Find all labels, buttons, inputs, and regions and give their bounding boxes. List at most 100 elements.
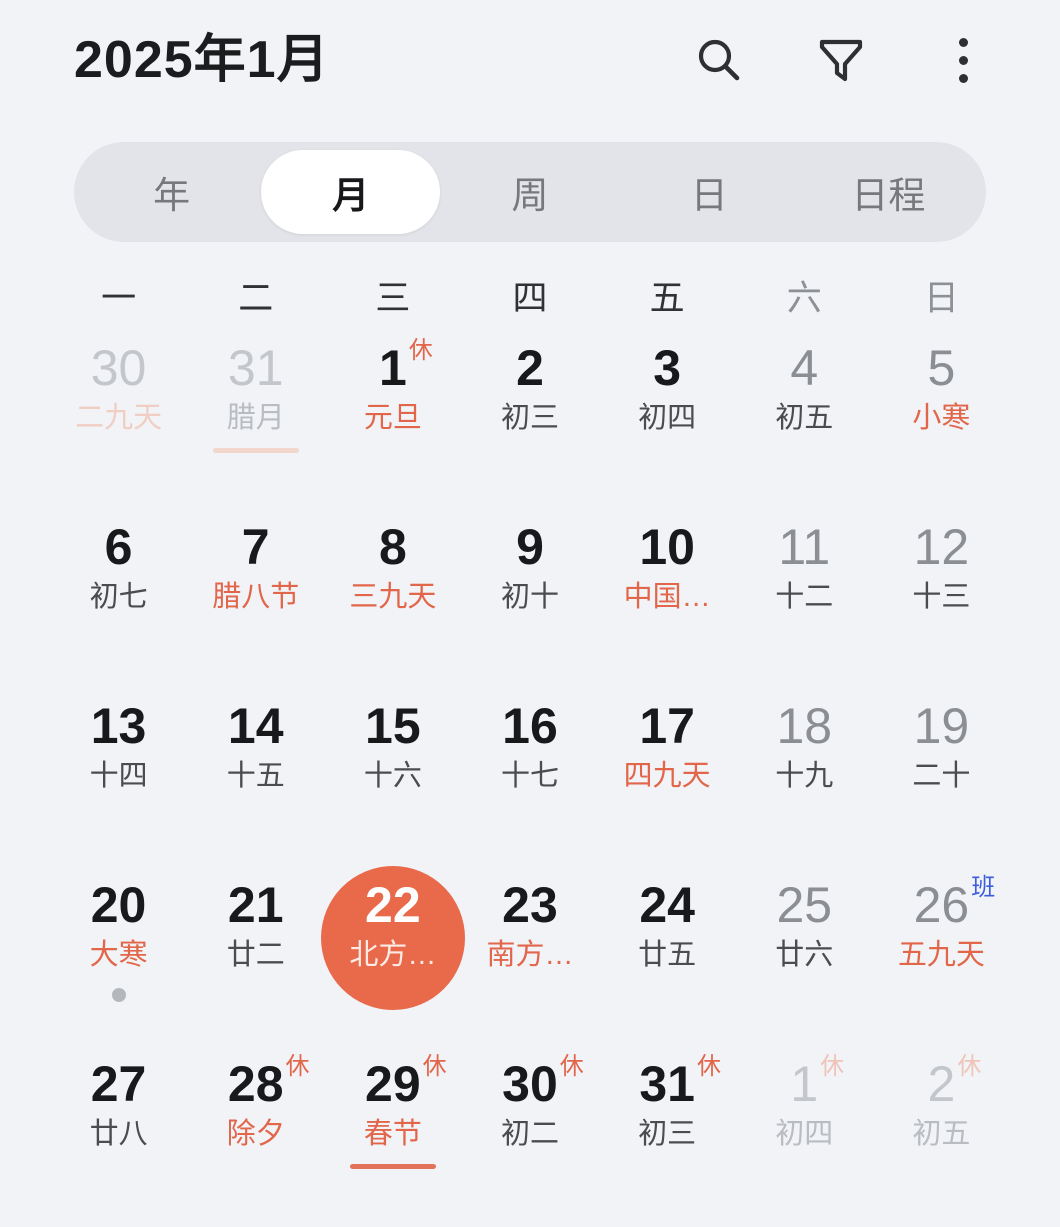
day-number-line: 30 休 [502,1055,584,1112]
more-options-button[interactable] [936,33,990,87]
lunar-label: 五九天 [897,939,985,971]
event-dot [111,988,126,1002]
day-cell[interactable]: 29 休春节 [324,1043,461,1222]
day-number: 22 [365,877,421,933]
day-cell[interactable]: 14 十五 [187,685,324,864]
day-cell[interactable]: 13 十四 [50,685,187,864]
day-cell[interactable]: 22 北方… [320,864,465,1043]
day-number: 12 [913,519,970,575]
day-cell[interactable]: 25 廿六 [736,864,873,1043]
day-cell[interactable]: 2 休初五 [873,1043,1010,1222]
lunar-label: 腊月 [212,404,299,453]
day-cell[interactable]: 1 休初四 [736,1043,873,1222]
tab-week[interactable]: 周 [440,150,619,234]
day-cell[interactable]: 31 休初三 [599,1043,736,1222]
day-cell[interactable]: 7 腊八节 [187,506,324,685]
lunar-label: 春节 [349,1120,436,1169]
day-number-line: 7 [242,522,270,572]
day-number: 25 [776,877,833,933]
lunar-label: 腊八节 [212,581,300,613]
day-number-line: 1休 [790,1055,844,1112]
restday-badge: 休 [559,1053,584,1080]
lunar-label: 初十 [500,581,559,613]
day-cell[interactable]: 5 小寒 [873,327,1010,506]
lunar-label: 十五 [226,760,285,792]
tab-day[interactable]: 日 [620,150,799,234]
lunar-label: 初三 [500,402,559,434]
day-cell[interactable]: 18 十九 [736,685,873,864]
day-cell[interactable]: 26 班五九天 [873,864,1010,1043]
day-number: 30 [502,1056,558,1112]
day-cell[interactable]: 1 休元旦 [324,327,461,506]
day-number-line: 2休 [928,1055,982,1110]
filter-button[interactable] [814,33,868,87]
day-cell[interactable]: 19 二十 [873,685,1010,864]
day-cell[interactable]: 3 初四 [599,327,736,506]
tab-year[interactable]: 年 [82,150,261,234]
day-cell[interactable]: 15 十六 [324,685,461,864]
lunar-label: 元旦 [363,402,422,434]
lunar-label: 三九天 [349,581,437,613]
view-switcher-wrap: 年 月 周 日 日程 [0,120,1060,242]
day-cell[interactable]: 8 三九天 [324,506,461,685]
day-cell[interactable]: 21 廿二 [187,864,324,1043]
lunar-label: 初四 [775,1118,834,1150]
app-header: 2025年1月 [0,0,1060,120]
event-underline [349,1164,436,1169]
day-number: 23 [502,877,558,933]
day-number: 7 [241,519,270,575]
lunar-label: 十二 [775,581,834,613]
day-number: 24 [639,877,695,933]
restday-badge: 休 [408,337,433,364]
day-number-line: 15 [365,701,421,751]
day-cell[interactable]: 2 初三 [461,327,598,506]
lunar-label: 十七 [500,760,559,792]
day-cell[interactable]: 27 廿八 [50,1043,187,1222]
day-number: 6 [104,519,133,575]
day-number-line: 24 [639,880,695,930]
day-cell[interactable]: 16 十七 [461,685,598,864]
day-number-line: 12 [914,522,970,572]
day-cell[interactable]: 31 腊月 [187,327,324,506]
day-cell[interactable]: 10 中国… [599,506,736,685]
workday-badge: 班 [971,874,996,901]
day-cell[interactable]: 6 初七 [50,506,187,685]
day-number: 20 [90,877,147,933]
day-number: 1 [790,1056,819,1112]
tab-month[interactable]: 月 [261,150,441,234]
day-cell[interactable]: 9 初十 [461,506,598,685]
day-number-line: 19 [914,701,970,751]
day-cell[interactable]: 4 初五 [736,327,873,506]
filter-icon [816,34,866,86]
day-number: 11 [778,519,831,575]
day-cell[interactable]: 23 南方… [461,864,598,1043]
day-cell[interactable]: 30 二九天 [50,327,187,506]
event-underline [212,448,299,453]
day-number-line: 4 [790,343,818,393]
lunar-label: 二十 [912,760,971,792]
day-number: 26 [913,877,970,933]
calendar-screen: 20 25 年 1 月 年 月 周 日 日程 一 二 三 四 五 六 日 30 二九天 … [0,0,1060,1227]
day-cell[interactable]: 30 休初二 [461,1043,598,1222]
tab-schedule[interactable]: 日程 [799,150,978,234]
day-number: 5 [927,340,956,396]
restday-badge: 休 [422,1053,447,1080]
day-number-line: 9 [516,522,544,572]
day-cell[interactable]: 11 十二 [736,506,873,685]
lunar-label: 中国… [623,581,711,613]
day-number: 8 [378,519,407,575]
day-cell[interactable]: 12 十三 [873,506,1010,685]
weekday-label-fri: 五 [649,279,685,318]
lunar-label: 初七 [89,581,148,613]
day-cell[interactable]: 28 休除夕 [187,1043,324,1222]
day-number-line: 27 [91,1059,147,1109]
page-title: 2025年1月 [74,31,330,89]
day-cell[interactable]: 20 大寒 [50,864,187,1043]
calendar-grid: 30 二九天 31 腊月 1 休元旦 2 初三 3 初四 4 初五 5 小寒 6 初七 7 腊八节 8 三九天 9 初十 1… [0,321,1060,1222]
day-cell[interactable]: 24 廿五 [599,864,736,1043]
day-cell[interactable]: 17 四九天 [599,685,736,864]
day-number: 13 [90,698,147,754]
day-number: 3 [653,340,682,396]
search-button[interactable] [692,33,746,87]
day-number-line: 3 [653,343,681,393]
